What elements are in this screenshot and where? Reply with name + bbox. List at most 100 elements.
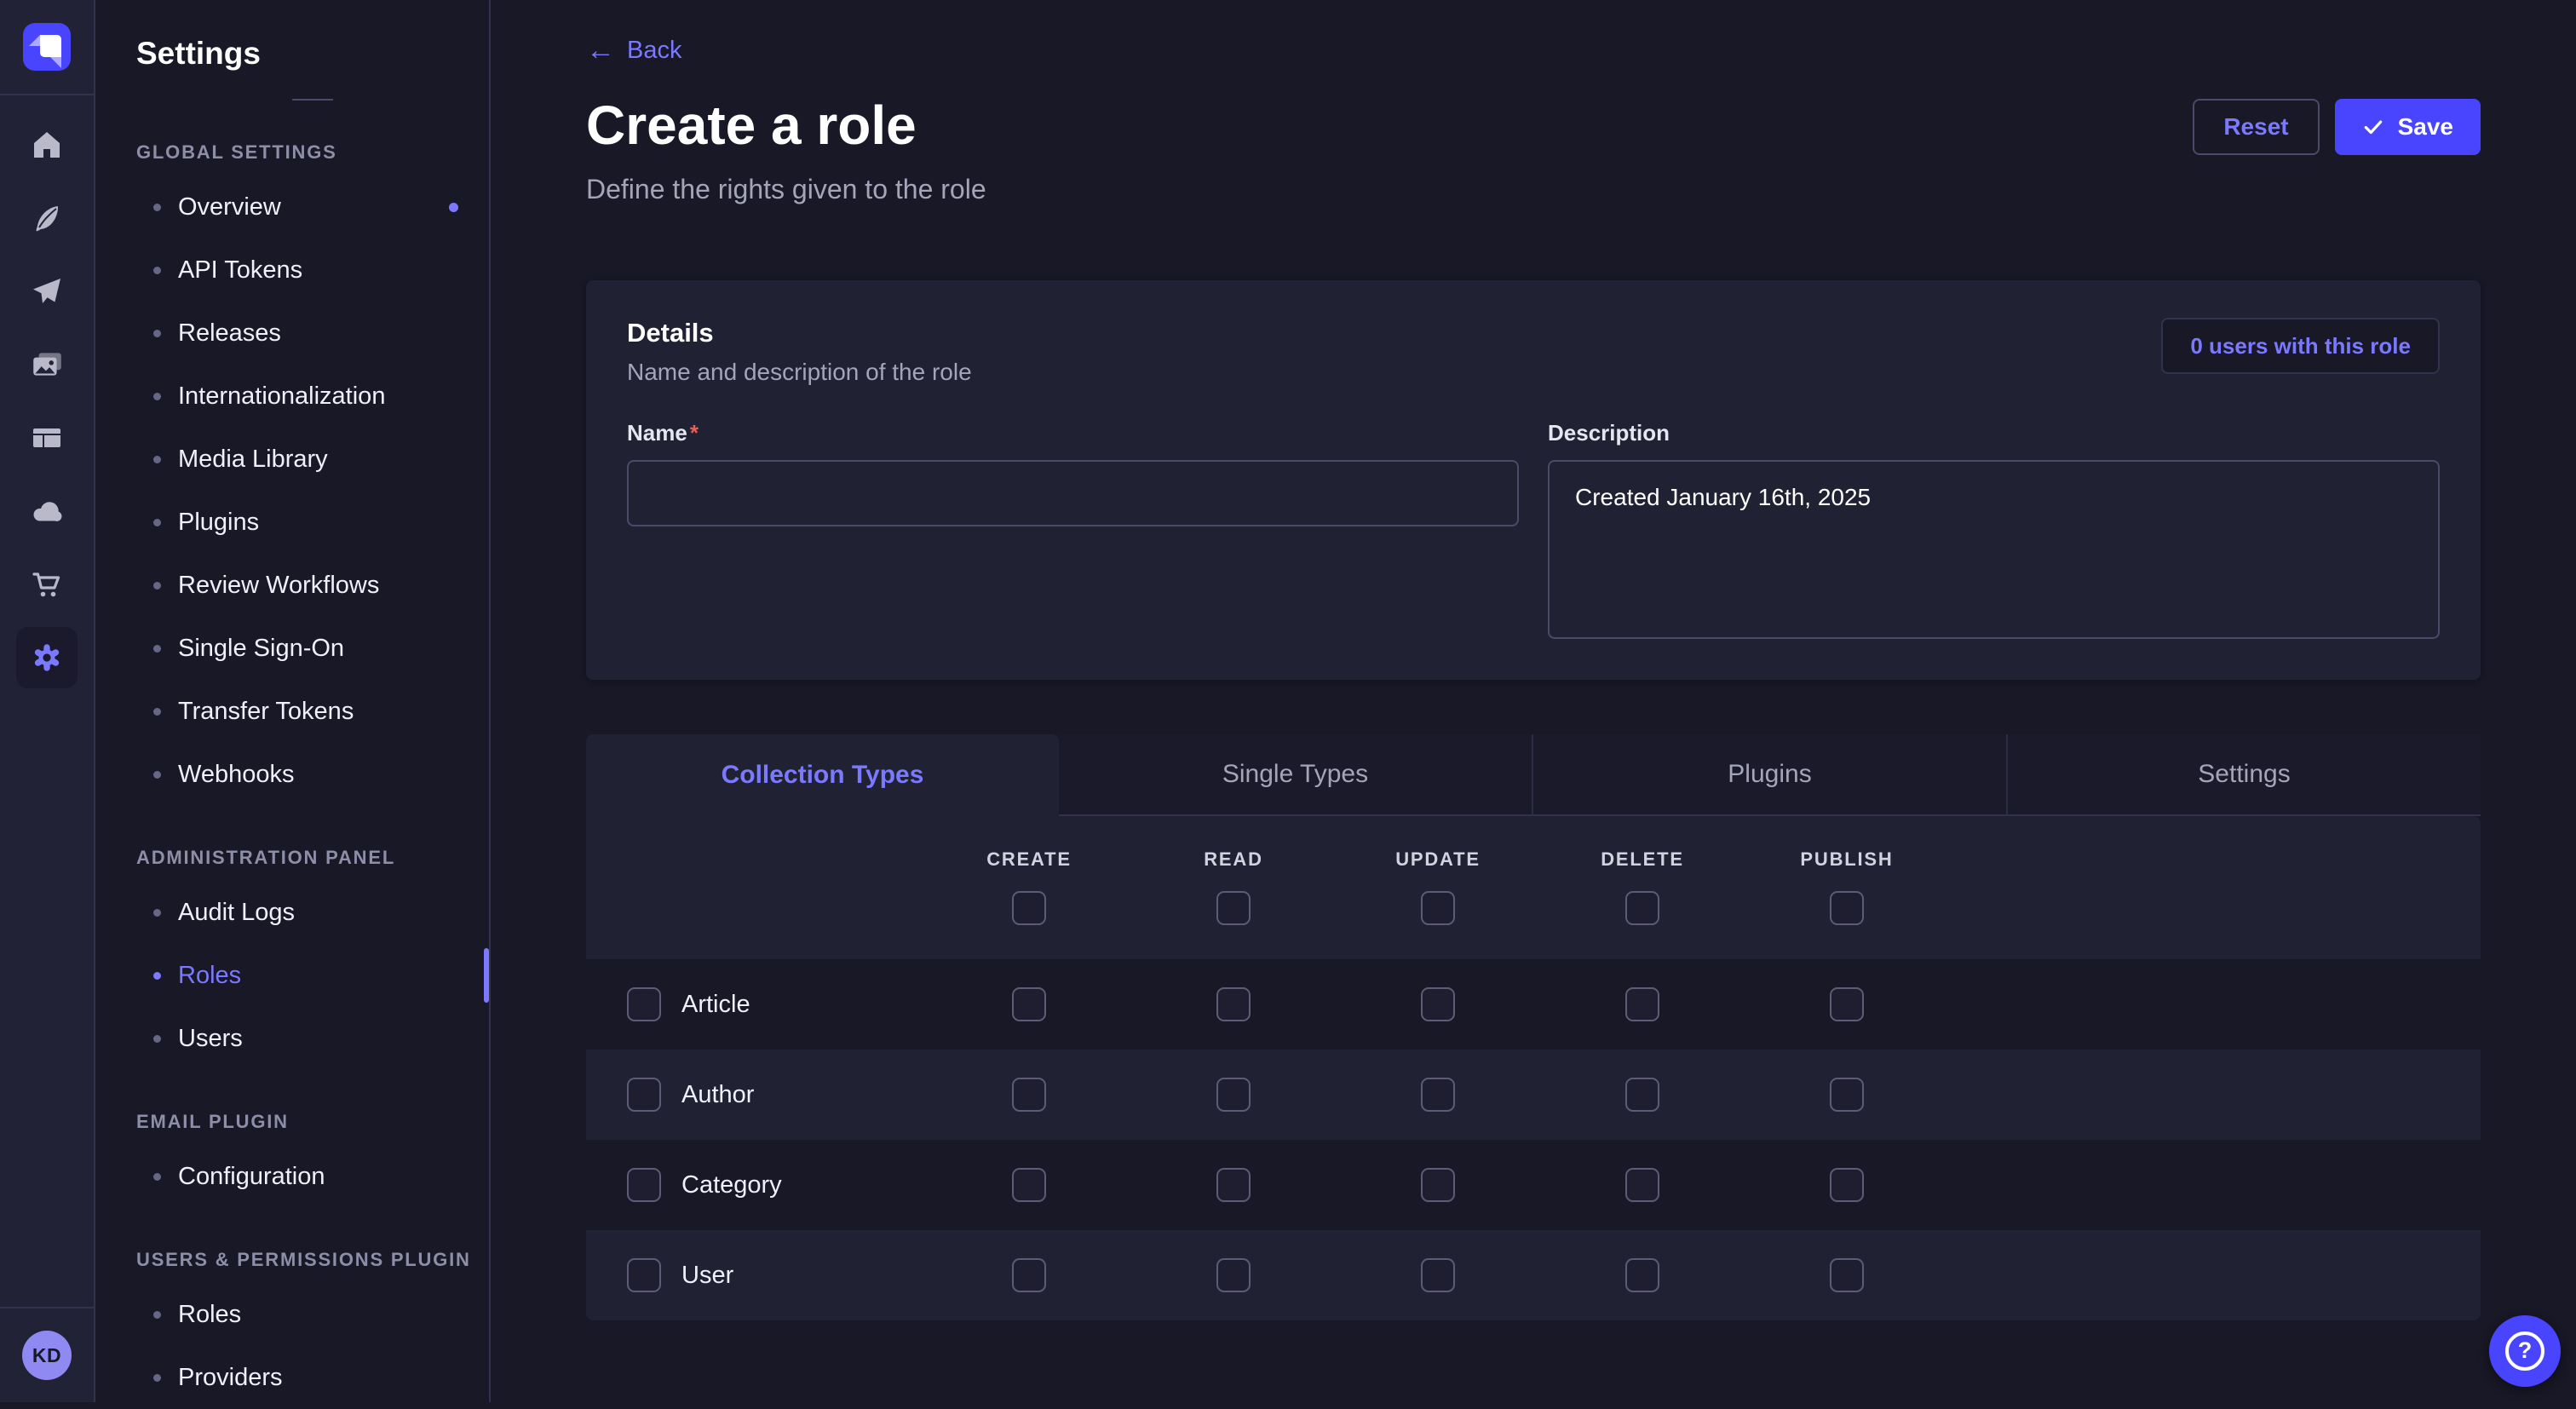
bullet-icon [153, 645, 161, 653]
bullet-icon [153, 1311, 161, 1319]
required-asterisk: * [690, 420, 699, 446]
sidebar-item-overview[interactable]: Overview [136, 175, 489, 239]
media-library-icon[interactable] [16, 334, 78, 395]
select-all-create-checkbox[interactable] [1012, 891, 1046, 925]
user-read-checkbox[interactable] [1216, 1258, 1251, 1292]
bullet-icon [153, 972, 161, 980]
sidebar-item-configuration[interactable]: Configuration [136, 1145, 489, 1208]
tab-single-types[interactable]: Single Types [1059, 734, 1532, 816]
author-read-checkbox[interactable] [1216, 1078, 1251, 1112]
paper-plane-icon[interactable] [16, 261, 78, 322]
category-publish-checkbox[interactable] [1830, 1168, 1864, 1202]
author-update-checkbox[interactable] [1421, 1078, 1455, 1112]
back-link[interactable]: ← Back [586, 36, 681, 65]
help-button[interactable]: ? [2489, 1315, 2561, 1387]
category-create-checkbox[interactable] [1012, 1168, 1046, 1202]
sidebar-item-internationalization[interactable]: Internationalization [136, 365, 489, 428]
bullet-icon [153, 1035, 161, 1043]
column-update: UPDATE [1336, 816, 1540, 959]
tab-plugins[interactable]: Plugins [1532, 734, 2006, 816]
sidebar-item-transfer-tokens[interactable]: Transfer Tokens [136, 680, 489, 743]
cloud-icon[interactable] [16, 480, 78, 542]
tab-settings[interactable]: Settings [2006, 734, 2481, 816]
category-row-checkbox[interactable] [627, 1168, 661, 1202]
sidebar-item-single-sign-on[interactable]: Single Sign-On [136, 617, 489, 680]
article-create-checkbox[interactable] [1012, 987, 1046, 1021]
layout-icon[interactable] [16, 407, 78, 469]
sidebar-item-review-workflows[interactable]: Review Workflows [136, 554, 489, 617]
settings-gear-icon[interactable] [16, 627, 78, 688]
sidebar-item-roles-up[interactable]: Roles [136, 1283, 489, 1346]
bullet-icon [153, 1173, 161, 1181]
author-row-checkbox[interactable] [627, 1078, 661, 1112]
article-row-checkbox[interactable] [627, 987, 661, 1021]
column-create: CREATE [927, 816, 1131, 959]
details-subtitle: Name and description of the role [627, 359, 972, 386]
author-create-checkbox[interactable] [1012, 1078, 1046, 1112]
page-subtitle: Define the rights given to the role [586, 174, 986, 205]
sidebar-item-audit-logs[interactable]: Audit Logs [136, 881, 489, 944]
save-button[interactable]: Save [2335, 99, 2481, 155]
users-with-role-button[interactable]: 0 users with this role [2161, 318, 2440, 374]
user-create-checkbox[interactable] [1012, 1258, 1046, 1292]
sidebar-item-roles-admin[interactable]: Roles [136, 944, 489, 1007]
strapi-logo-icon[interactable] [23, 23, 71, 71]
home-icon[interactable] [16, 114, 78, 175]
user-publish-checkbox[interactable] [1830, 1258, 1864, 1292]
article-delete-checkbox[interactable] [1625, 987, 1659, 1021]
description-label: Description [1548, 420, 2440, 446]
author-delete-checkbox[interactable] [1625, 1078, 1659, 1112]
sidebar-item-providers[interactable]: Providers [136, 1346, 489, 1409]
bullet-icon [153, 708, 161, 716]
section-heading-global-settings: GLOBAL SETTINGS [136, 141, 489, 164]
article-update-checkbox[interactable] [1421, 987, 1455, 1021]
sidebar-item-webhooks[interactable]: Webhooks [136, 743, 489, 806]
select-all-read-checkbox[interactable] [1216, 891, 1251, 925]
check-icon [2362, 116, 2384, 138]
sidebar-item-users[interactable]: Users [136, 1007, 489, 1070]
settings-subnav: Settings GLOBAL SETTINGS Overview API To… [95, 0, 491, 1402]
article-publish-checkbox[interactable] [1830, 987, 1864, 1021]
user-row-checkbox[interactable] [627, 1258, 661, 1292]
tab-collection-types[interactable]: Collection Types [586, 734, 1059, 816]
details-card: Details Name and description of the role… [586, 280, 2481, 680]
bullet-icon [153, 204, 161, 211]
sidebar-item-releases[interactable]: Releases [136, 302, 489, 365]
feather-icon[interactable] [16, 187, 78, 249]
bullet-icon [153, 909, 161, 917]
bullet-icon [153, 1374, 161, 1382]
sidebar-item-media-library[interactable]: Media Library [136, 428, 489, 491]
select-all-update-checkbox[interactable] [1421, 891, 1455, 925]
user-update-checkbox[interactable] [1421, 1258, 1455, 1292]
nav-list-administration-panel: Audit Logs Roles Users [136, 881, 489, 1070]
bullet-icon [153, 582, 161, 589]
select-all-delete-checkbox[interactable] [1625, 891, 1659, 925]
main-nav-rail: KD [0, 0, 95, 1402]
row-label: Article [681, 991, 750, 1019]
description-textarea[interactable]: Created January 16th, 2025 [1548, 460, 2440, 639]
select-all-publish-checkbox[interactable] [1830, 891, 1864, 925]
category-delete-checkbox[interactable] [1625, 1168, 1659, 1202]
avatar[interactable]: KD [22, 1331, 72, 1380]
bullet-icon [153, 393, 161, 400]
reset-button[interactable]: Reset [2193, 99, 2319, 155]
page-header: Create a role Define the rights given to… [586, 94, 2481, 205]
user-delete-checkbox[interactable] [1625, 1258, 1659, 1292]
permissions-section: Collection Types Single Types Plugins Se… [586, 734, 2481, 1320]
sidebar-item-plugins[interactable]: Plugins [136, 491, 489, 554]
sidebar-item-api-tokens[interactable]: API Tokens [136, 239, 489, 302]
cart-icon[interactable] [16, 554, 78, 615]
section-heading-users-permissions-plugin: USERS & PERMISSIONS PLUGIN [136, 1249, 489, 1271]
article-read-checkbox[interactable] [1216, 987, 1251, 1021]
notification-dot [449, 203, 458, 212]
subnav-divider [292, 99, 333, 101]
category-update-checkbox[interactable] [1421, 1168, 1455, 1202]
category-read-checkbox[interactable] [1216, 1168, 1251, 1202]
column-read: READ [1131, 816, 1336, 959]
author-publish-checkbox[interactable] [1830, 1078, 1864, 1112]
name-input[interactable] [627, 460, 1519, 526]
permissions-panel: CREATE READ UPDATE DELETE [586, 816, 2481, 1320]
details-title: Details [627, 318, 972, 348]
row-label: Category [681, 1171, 782, 1199]
row-label: User [681, 1262, 733, 1290]
